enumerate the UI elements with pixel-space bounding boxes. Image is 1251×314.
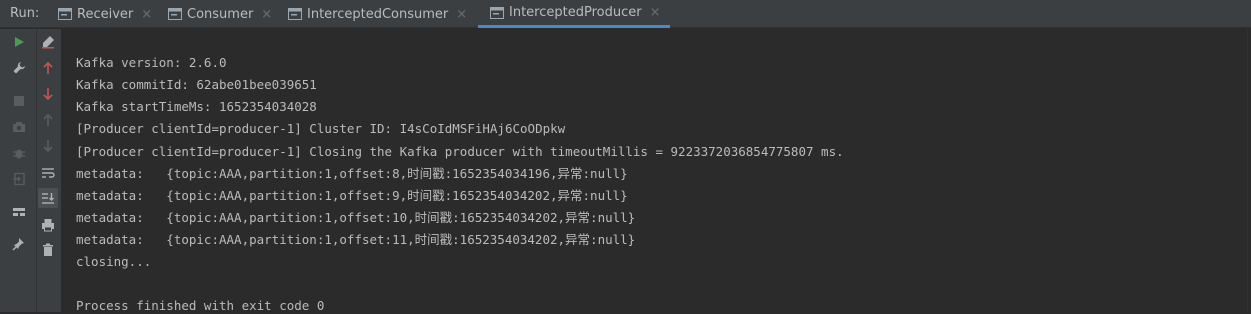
tab-label: Receiver [77, 6, 134, 22]
tab-consumer[interactable]: Consumer × [168, 0, 272, 28]
tab-label: Consumer [187, 6, 254, 22]
tab-label: InterceptedConsumer [307, 6, 449, 22]
console-line: [Producer clientId=producer-1] Cluster I… [76, 121, 566, 136]
down-gray-icon[interactable] [38, 136, 58, 156]
trash-icon[interactable] [38, 240, 58, 260]
console-icon [288, 8, 302, 20]
toolbar-divider [36, 29, 37, 312]
console-line: metadata: {topic:AAA,partition:1,offset:… [76, 188, 628, 203]
rerun-icon[interactable] [9, 32, 29, 52]
stop-icon[interactable] [9, 91, 29, 111]
console-line: Kafka commitId: 62abe01bee039651 [76, 77, 317, 92]
tab-intercepted-producer[interactable]: InterceptedProducer × [478, 0, 670, 28]
wrench-icon[interactable] [9, 58, 29, 78]
down-arrow-icon[interactable] [38, 84, 58, 104]
soft-wrap-icon[interactable] [38, 163, 58, 183]
clear-icon[interactable] [38, 32, 58, 52]
console-icon [168, 8, 182, 20]
console-line: Kafka startTimeMs: 1652354034028 [76, 99, 317, 114]
run-label: Run: [10, 6, 40, 21]
camera-icon[interactable] [9, 117, 29, 137]
tab-receiver[interactable]: Receiver × [58, 0, 152, 28]
console-line: metadata: {topic:AAA,partition:1,offset:… [76, 232, 636, 247]
up-gray-icon[interactable] [38, 110, 58, 130]
layout-icon[interactable] [9, 202, 29, 222]
scroll-to-end-icon[interactable] [38, 188, 58, 208]
tab-intercepted-consumer[interactable]: InterceptedConsumer × [288, 0, 467, 28]
close-icon[interactable]: × [456, 7, 467, 22]
console-line: Kafka version: 2.6.0 [76, 55, 227, 70]
console-line: [Producer clientId=producer-1] Closing t… [76, 144, 844, 159]
up-arrow-icon[interactable] [38, 58, 58, 78]
console-icon [58, 8, 72, 20]
console-output[interactable]: Kafka version: 2.6.0 Kafka commitId: 62a… [62, 29, 1251, 313]
close-icon[interactable]: × [141, 7, 152, 22]
console-icon [490, 6, 504, 19]
console-line: metadata: {topic:AAA,partition:1,offset:… [76, 210, 636, 225]
scrollbar-edge [1247, 29, 1248, 312]
run-toolbar [0, 29, 61, 312]
run-tool-window-header: Run: Receiver × Consumer × InterceptedCo… [0, 0, 1251, 28]
print-icon[interactable] [38, 215, 58, 235]
close-icon[interactable]: × [650, 5, 661, 20]
close-icon[interactable]: × [261, 7, 272, 22]
bug-icon[interactable] [9, 143, 29, 163]
tab-label: InterceptedProducer [509, 5, 642, 20]
pin-icon[interactable] [9, 234, 29, 254]
exit-icon[interactable] [9, 169, 29, 189]
console-line: closing... [76, 254, 152, 269]
console-line: metadata: {topic:AAA,partition:1,offset:… [76, 166, 628, 181]
